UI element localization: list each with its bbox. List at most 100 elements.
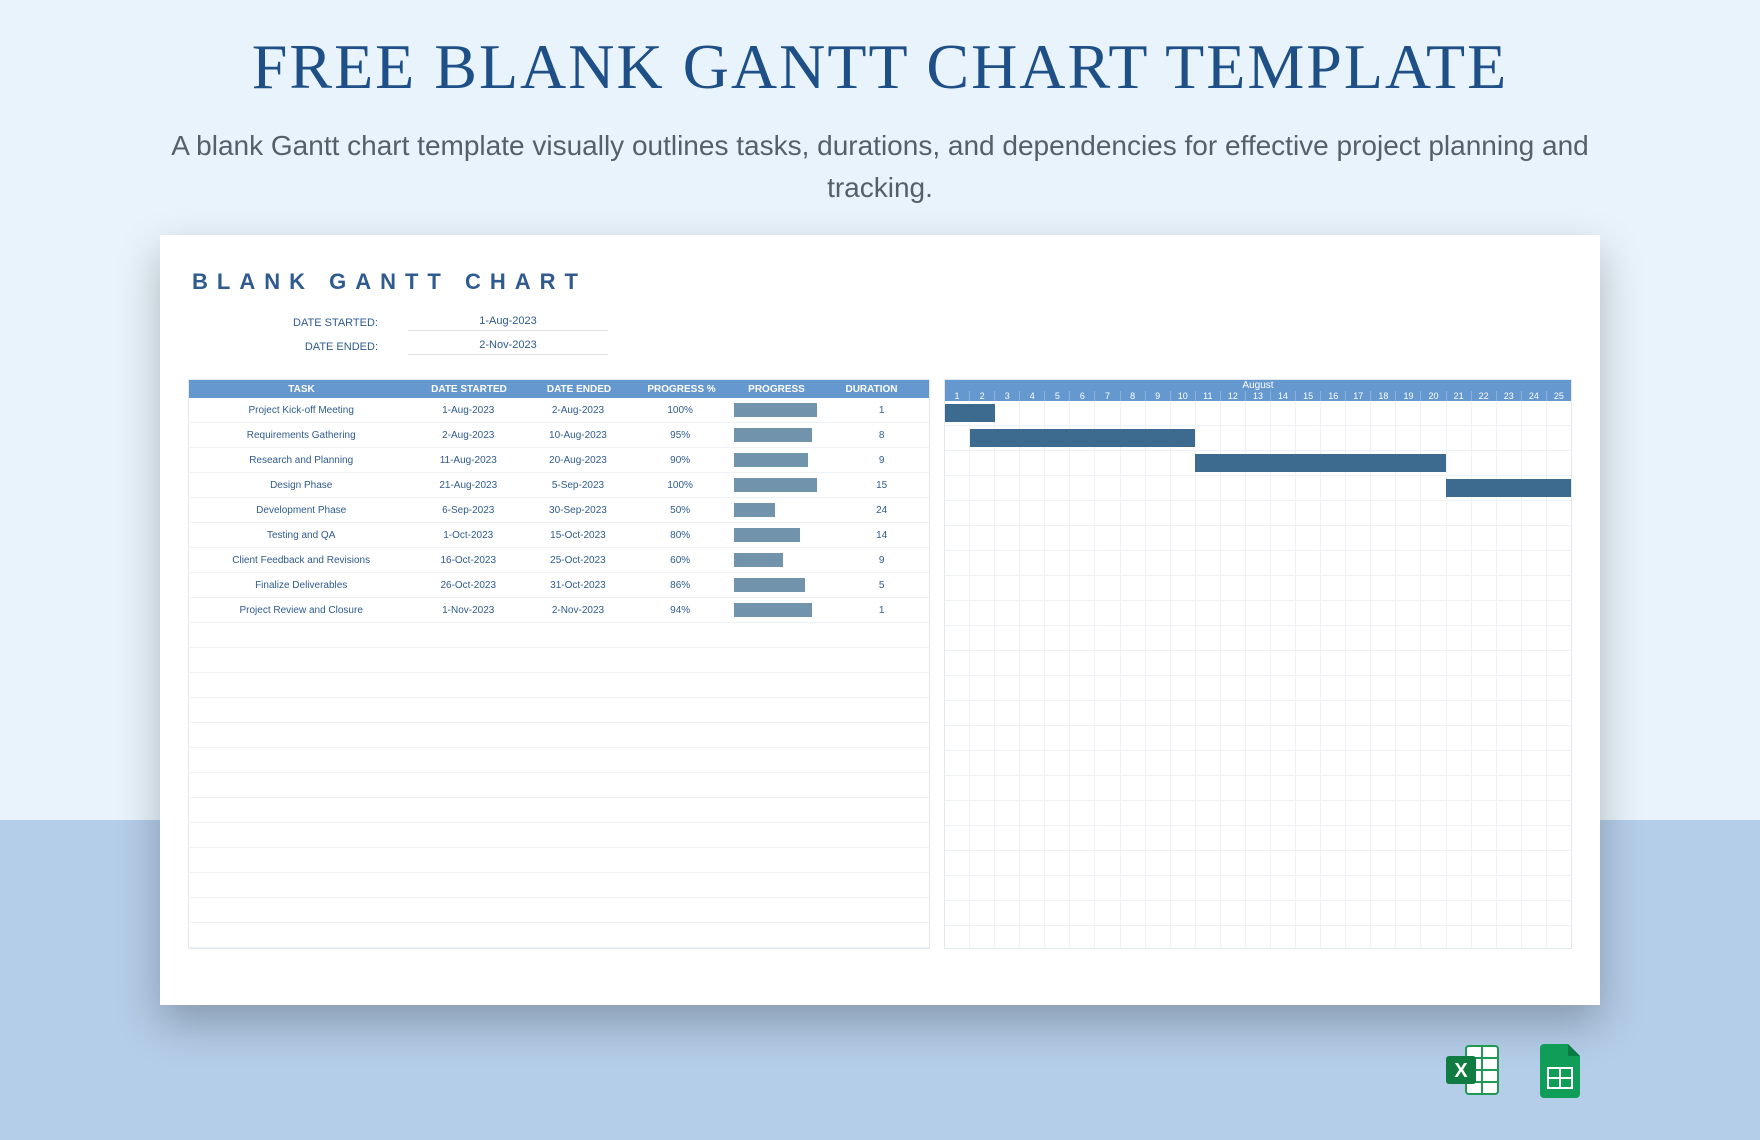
timeline-cell (1320, 751, 1345, 775)
timeline-cell (1094, 751, 1119, 775)
cell-task: Requirements Gathering (189, 430, 413, 441)
timeline-cell (1094, 451, 1119, 475)
timeline-cell (1471, 651, 1496, 675)
timeline-cell (1069, 776, 1094, 800)
table-row-empty (189, 923, 929, 948)
timeline-cell (1345, 526, 1370, 550)
timeline-cell (1245, 751, 1270, 775)
timeline-cell (969, 801, 994, 825)
timeline-cell (1420, 751, 1445, 775)
timeline-cell (1094, 901, 1119, 925)
timeline-cell (1094, 651, 1119, 675)
timeline-cell (1120, 751, 1145, 775)
excel-icon[interactable]: X (1442, 1040, 1502, 1100)
timeline-cell (1270, 926, 1295, 949)
timeline-cell (1270, 576, 1295, 600)
timeline-cell (1220, 601, 1245, 625)
timeline-cell (1496, 651, 1521, 675)
timeline-cell (1295, 576, 1320, 600)
timeline-cell (1345, 776, 1370, 800)
timeline-cell (1245, 401, 1270, 425)
timeline-cell (1420, 601, 1445, 625)
timeline-row (945, 926, 1571, 949)
timeline-cell (1345, 726, 1370, 750)
timeline-cell (1044, 801, 1069, 825)
timeline-cell (1019, 626, 1044, 650)
timeline-cell (1120, 776, 1145, 800)
timeline-cell (1069, 526, 1094, 550)
cell-task: Project Review and Closure (189, 605, 413, 616)
timeline-cell (1420, 551, 1445, 575)
timeline-cell (1446, 701, 1471, 725)
cell-date-ended: 2-Aug-2023 (523, 405, 633, 416)
timeline-row (945, 526, 1571, 551)
timeline-cell (1320, 476, 1345, 500)
timeline-cell (1245, 676, 1270, 700)
timeline-cell (1521, 451, 1546, 475)
timeline-cell (1546, 901, 1571, 925)
timeline-cell (1320, 876, 1345, 900)
timeline-row (945, 426, 1571, 451)
timeline-cell (1370, 726, 1395, 750)
timeline-cell (1120, 651, 1145, 675)
timeline-cell (1546, 651, 1571, 675)
timeline-cell (1220, 651, 1245, 675)
timeline-cell (1019, 701, 1044, 725)
cell-date-ended: 10-Aug-2023 (523, 430, 633, 441)
timeline-cell (1220, 726, 1245, 750)
cell-duration: 14 (834, 530, 929, 541)
cell-progress-pct: 60% (633, 555, 728, 566)
timeline-cell (1471, 676, 1496, 700)
timeline-cell (1195, 551, 1220, 575)
cell-progress-pct: 100% (633, 405, 728, 416)
timeline-cell (994, 401, 1019, 425)
timeline-cell (1120, 401, 1145, 425)
timeline-cell (1295, 901, 1320, 925)
timeline-cell (1069, 626, 1094, 650)
timeline-cell (1145, 901, 1170, 925)
timeline-cell (1120, 701, 1145, 725)
timeline-cell (1395, 401, 1420, 425)
timeline-cell (1546, 851, 1571, 875)
timeline-cell (1345, 401, 1370, 425)
timeline-cell (1395, 526, 1420, 550)
timeline-cell (1446, 826, 1471, 850)
timeline-cell (994, 551, 1019, 575)
timeline-cell (1245, 926, 1270, 949)
timeline-cell (1320, 776, 1345, 800)
table-row-empty (189, 773, 929, 798)
timeline-cell (1220, 501, 1245, 525)
cell-duration: 1 (834, 405, 929, 416)
timeline-cell (1446, 526, 1471, 550)
timeline-cell (1496, 726, 1521, 750)
timeline-cell (1496, 676, 1521, 700)
timeline-cell (1295, 776, 1320, 800)
timeline-cell (1120, 901, 1145, 925)
timeline-cell (1471, 401, 1496, 425)
timeline-cell (1496, 901, 1521, 925)
timeline-cell (1120, 876, 1145, 900)
timeline-cell (1044, 626, 1069, 650)
timeline-cell (1195, 901, 1220, 925)
timeline-cell (1370, 926, 1395, 949)
cell-duration: 5 (834, 580, 929, 591)
timeline-cell (1019, 826, 1044, 850)
timeline-cell (945, 626, 969, 650)
timeline-cell (1245, 701, 1270, 725)
svg-text:X: X (1454, 1060, 1468, 1082)
timeline-cell (1370, 551, 1395, 575)
timeline-cell (945, 851, 969, 875)
timeline-cell (1471, 526, 1496, 550)
timeline-cell (1496, 451, 1521, 475)
table-row-empty (189, 723, 929, 748)
google-sheets-icon[interactable] (1530, 1040, 1590, 1100)
timeline-cell (1220, 851, 1245, 875)
timeline-cell (1270, 701, 1295, 725)
timeline-cell (1521, 576, 1546, 600)
timeline-cell (1395, 651, 1420, 675)
timeline-cell (1094, 926, 1119, 949)
card-inner: BLANK GANTT CHART DATE STARTED: 1-Aug-20… (188, 263, 1572, 977)
timeline-cell (1120, 851, 1145, 875)
cell-duration: 15 (834, 480, 929, 491)
timeline-cell (1270, 676, 1295, 700)
